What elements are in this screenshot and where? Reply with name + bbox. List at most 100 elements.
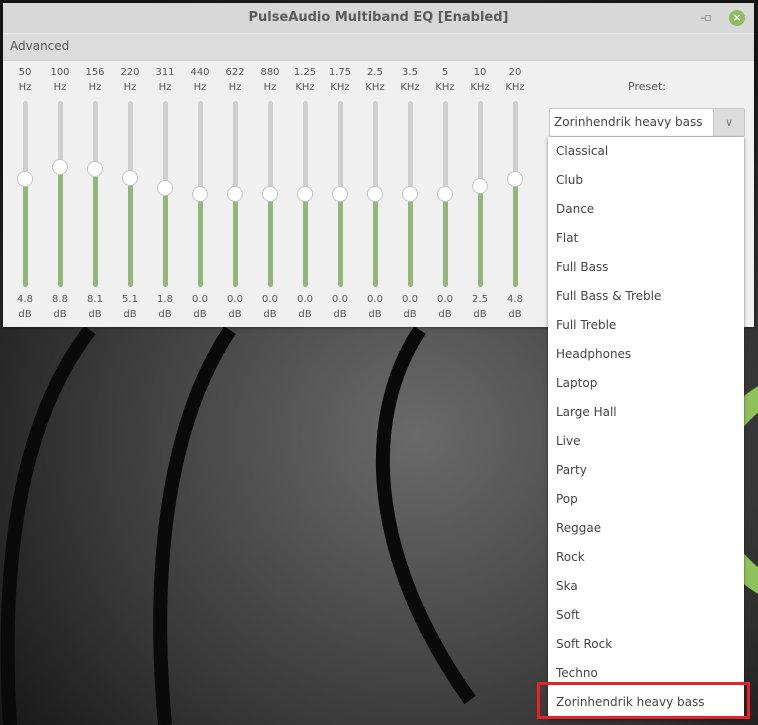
band-value: 0.0: [437, 294, 453, 305]
band-unit: KHz: [295, 82, 315, 93]
band-unit: Hz: [193, 82, 207, 93]
band-slider-knob[interactable]: [157, 180, 173, 197]
preset-option[interactable]: Full Treble: [556, 311, 736, 340]
band-slider[interactable]: [513, 101, 518, 287]
close-icon[interactable]: ×: [729, 10, 745, 26]
chevron-down-icon[interactable]: ∨: [713, 109, 744, 136]
band-unit: KHz: [470, 82, 490, 93]
band-slider-knob[interactable]: [332, 186, 348, 202]
band-slider-knob[interactable]: [87, 160, 103, 177]
band-unit: Hz: [123, 82, 137, 93]
band-slider-knob[interactable]: [52, 158, 68, 175]
band-slider-knob[interactable]: [262, 186, 278, 202]
band-slider[interactable]: [93, 101, 98, 287]
band-frequency-label: 1.25 KHz: [288, 65, 322, 95]
band-value: 0.0: [367, 294, 383, 305]
preset-option[interactable]: Live: [556, 427, 736, 456]
band-value: 4.8: [17, 294, 33, 305]
band-slider-knob[interactable]: [402, 186, 418, 202]
band-freq: 3.5: [402, 67, 418, 78]
preset-option[interactable]: Club: [556, 166, 736, 195]
band-value-label: 4.8 dB: [8, 292, 42, 322]
band-frequency-label: 880 Hz: [253, 65, 287, 95]
preset-combobox[interactable]: Zorinhendrik heavy bass ∨: [549, 108, 745, 137]
title-bar[interactable]: PulseAudio Multiband EQ [Enabled] – ▫ ×: [3, 3, 754, 34]
band-value: 1.8: [157, 294, 173, 305]
band-slider-knob[interactable]: [367, 186, 383, 202]
preset-option[interactable]: Large Hall: [556, 398, 736, 427]
menu-advanced[interactable]: Advanced: [10, 39, 69, 53]
preset-option[interactable]: Full Bass & Treble: [556, 282, 736, 311]
band-slider[interactable]: [478, 101, 483, 287]
band-freq: 2.5: [367, 67, 383, 78]
band-value: 0.0: [332, 294, 348, 305]
band-slider[interactable]: [23, 101, 28, 287]
band-value: 5.1: [122, 294, 138, 305]
band-unit: KHz: [365, 82, 385, 93]
band-value-label: 2.5 dB: [463, 292, 497, 322]
band-value-label: 0.0 dB: [183, 292, 217, 322]
band-freq: 10: [473, 67, 487, 78]
preset-option[interactable]: Full Bass: [556, 253, 736, 282]
band-db-unit: dB: [18, 309, 32, 320]
band-db-unit: dB: [123, 309, 137, 320]
band-freq: 50: [18, 67, 32, 78]
preset-option[interactable]: Headphones: [556, 340, 736, 369]
preset-option[interactable]: Dance: [556, 195, 736, 224]
band-db-unit: dB: [53, 309, 67, 320]
preset-option[interactable]: Flat: [556, 224, 736, 253]
band-slider[interactable]: [58, 101, 63, 287]
band-slider-fill: [303, 194, 308, 287]
band-value-label: 0.0 dB: [428, 292, 462, 322]
band-frequency-label: 440 Hz: [183, 65, 217, 95]
band-value: 2.5: [472, 294, 488, 305]
preset-option[interactable]: Classical: [556, 137, 736, 166]
band-freq: 20: [508, 67, 522, 78]
band-freq: 1.75: [328, 67, 352, 78]
band-slider-fill: [128, 178, 133, 287]
maximize-icon[interactable]: ▫: [700, 10, 716, 26]
band-slider-knob[interactable]: [192, 186, 208, 202]
band-slider-knob[interactable]: [472, 178, 488, 195]
preset-option[interactable]: Soft Rock: [556, 630, 736, 659]
band-slider-knob[interactable]: [437, 186, 453, 202]
band-slider-knob[interactable]: [227, 186, 243, 202]
band-slider-knob[interactable]: [507, 171, 523, 188]
band-slider-knob[interactable]: [297, 186, 313, 202]
band-db-unit: dB: [333, 309, 347, 320]
band-db-unit: dB: [298, 309, 312, 320]
band-value: 4.8: [507, 294, 523, 305]
band-value-label: 0.0 dB: [253, 292, 287, 322]
band-slider-fill: [58, 166, 63, 287]
band-slider-fill: [513, 179, 518, 287]
preset-option[interactable]: Soft: [556, 601, 736, 630]
band-slider-knob[interactable]: [122, 170, 138, 187]
band-value: 0.0: [192, 294, 208, 305]
band-freq: 311: [155, 67, 175, 78]
band-db-unit: dB: [368, 309, 382, 320]
preset-option[interactable]: Reggae: [556, 514, 736, 543]
preset-label: Preset:: [628, 80, 667, 93]
preset-option[interactable]: Laptop: [556, 369, 736, 398]
band-slider-fill: [268, 194, 273, 287]
band-frequency-label: 20 KHz: [498, 65, 532, 95]
preset-option[interactable]: Pop: [556, 485, 736, 514]
band-frequency-label: 311 Hz: [148, 65, 182, 95]
preset-option[interactable]: Ska: [556, 572, 736, 601]
band-slider-knob[interactable]: [17, 171, 33, 188]
band-db-unit: dB: [473, 309, 487, 320]
band-frequency-label: 5 KHz: [428, 65, 462, 95]
preset-option[interactable]: Rock: [556, 543, 736, 572]
preset-option[interactable]: Party: [556, 456, 736, 485]
band-db-unit: dB: [88, 309, 102, 320]
band-value: 8.8: [52, 294, 68, 305]
band-slider-fill: [338, 194, 343, 287]
band-value: 0.0: [262, 294, 278, 305]
band-db-unit: dB: [158, 309, 172, 320]
band-frequency-label: 1.75 KHz: [323, 65, 357, 95]
band-value-label: 0.0 dB: [323, 292, 357, 322]
band-frequency-label: 3.5 KHz: [393, 65, 427, 95]
band-freq: 5: [441, 67, 449, 78]
band-value-label: 8.1 dB: [78, 292, 112, 322]
band-slider[interactable]: [128, 101, 133, 287]
